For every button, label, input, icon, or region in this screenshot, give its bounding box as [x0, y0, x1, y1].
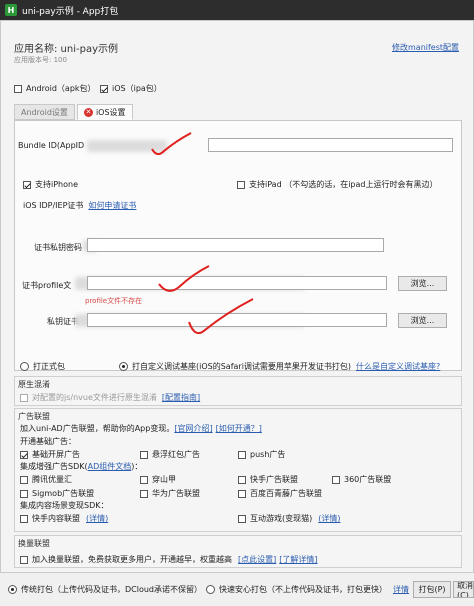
hbuilder-app-icon: H [5, 4, 17, 16]
ad-pangle-checkbox[interactable] [140, 475, 148, 484]
swap-label: 加入换量联盟，免费获取更多用户，开通越早，权重越高 [32, 555, 232, 564]
annotation-check-1 [151, 132, 192, 155]
ad-huawei-label: 华为广告联盟 [152, 489, 200, 498]
what-is-custom-base-link[interactable]: 什么是自定义调试基座? [356, 361, 440, 372]
swap-learn-link[interactable]: [了解详情] [279, 554, 317, 565]
ad-huawei-checkbox[interactable] [140, 489, 148, 498]
ad-push-checkbox[interactable] [238, 450, 246, 459]
custom-base-option[interactable]: 打自定义调试基座(iOS的Safari调试需要用苹果开发证书打包) [119, 361, 351, 372]
ad-sigmob-label: Sigmob广告联盟 [32, 489, 95, 498]
ad-splash-option[interactable]: 基础开屏广告 [20, 449, 80, 460]
ad-join-row: 加入uni-AD广告联盟，帮助你的App变现。 [官网介绍] [如何开通？] [20, 423, 262, 434]
swap-join-option[interactable]: 加入换量联盟，免费获取更多用户，开通越早，权重越高 [点此设置] [了解详情] [20, 554, 318, 565]
ad-tencent-label: 腾讯优量汇 [32, 475, 72, 484]
obfuscation-label: 对配置的js/nvue文件进行原生混淆 [32, 393, 157, 402]
ad-push-label: push广告 [250, 450, 286, 459]
bottom-action-bar: 传统打包（上传代码及证书，DCloud承诺不保留） 快速安心打包（不上传代码及证… [0, 572, 474, 606]
swap-alliance-title: 换量联盟 [18, 539, 50, 548]
obfuscation-checkbox[interactable] [20, 393, 28, 402]
ad-baidu-option[interactable]: 百度百青藤广告联盟 [238, 488, 322, 499]
ad-alliance-title: 广告联盟 [18, 412, 50, 421]
ad-kuaishou-checkbox[interactable] [238, 475, 246, 484]
annotation-check-2 [158, 265, 210, 292]
ad-push-option[interactable]: push广告 [238, 449, 285, 460]
enhanced-ads-title-close: )： [131, 462, 143, 471]
ad-sigmob-option[interactable]: Sigmob广告联盟 [20, 488, 94, 499]
interactive-game-details-link[interactable]: (详情) [318, 513, 340, 524]
formal-package-label: 打正式包 [33, 362, 65, 371]
swap-checkbox[interactable] [20, 555, 28, 564]
ad-float-redpack-label: 悬浮红包广告 [152, 450, 200, 459]
app-pack-dialog: 应用名称: uni-pay示例 应用版本号: 100 修改manifest配置 … [0, 20, 474, 606]
ad-360-checkbox[interactable] [332, 475, 340, 484]
ad-how-open-link[interactable]: [如何开通？] [216, 423, 262, 434]
ad-splash-label: 基础开屏广告 [32, 450, 80, 459]
swap-alliance-section: 换量联盟 加入换量联盟，免费获取更多用户，开通越早，权重越高 [点此设置] [了… [14, 535, 462, 568]
formal-package-radio[interactable] [20, 362, 29, 371]
ad-pangle-option[interactable]: 穿山甲 [140, 474, 176, 485]
fast-pack-option[interactable]: 快速安心打包（不上传代码及证书，打包更快） [206, 584, 387, 595]
traditional-pack-radio[interactable] [8, 585, 17, 594]
ad-float-redpack-option[interactable]: 悬浮红包广告 [140, 449, 200, 460]
ad-tencent-checkbox[interactable] [20, 475, 28, 484]
ad-kuaishou-content-label: 快手内容联盟 [32, 514, 80, 523]
ad-interactive-game-option[interactable]: 互动游戏(变现猫) (详情) [238, 513, 341, 524]
ad-float-redpack-checkbox[interactable] [140, 450, 148, 459]
custom-base-radio[interactable] [119, 362, 128, 371]
ad-kuaishou-label: 快手广告联盟 [250, 475, 298, 484]
window-titlebar: H uni-pay示例 - App打包 [0, 0, 474, 20]
kuaishou-content-details-link[interactable]: (详情) [86, 513, 108, 524]
annotation-check-3 [188, 298, 254, 335]
ad-baidu-label: 百度百青藤广告联盟 [250, 489, 322, 498]
formal-package-option[interactable]: 打正式包 [20, 361, 65, 372]
pack-button[interactable]: 打包(P) [413, 581, 451, 598]
ad-interactive-game-checkbox[interactable] [238, 514, 246, 523]
obfuscation-section: 原生混淆 对配置的js/nvue文件进行原生混淆 [配置指南] [14, 376, 462, 406]
basic-ads-title: 开通基础广告： [20, 437, 76, 446]
enhanced-ads-title: 集成增强广告SDK( AD组件文档 )： [20, 461, 142, 472]
content-sdk-title: 集成内容场景变现SDK： [20, 501, 109, 510]
ad-huawei-option[interactable]: 华为广告联盟 [140, 488, 200, 499]
window-title: uni-pay示例 - App打包 [22, 6, 119, 17]
fast-pack-radio[interactable] [206, 585, 215, 594]
ad-official-intro-link[interactable]: [官网介绍] [174, 423, 212, 434]
ad-join-text: 加入uni-AD广告联盟，帮助你的App变现。 [20, 424, 175, 433]
ad-kuaishou-option[interactable]: 快手广告联盟 [238, 474, 298, 485]
swap-set-now-link[interactable]: [点此设置] [238, 554, 276, 565]
ad-360-label: 360广告联盟 [344, 475, 392, 484]
cancel-button[interactable]: 取消(C) [453, 581, 474, 598]
obfuscation-title: 原生混淆 [18, 380, 50, 389]
traditional-pack-label: 传统打包（上传代码及证书，DCloud承诺不保留） [21, 585, 203, 594]
ad-alliance-section: 广告联盟 加入uni-AD广告联盟，帮助你的App变现。 [官网介绍] [如何开… [14, 408, 462, 532]
ad-kuaishou-content-checkbox[interactable] [20, 514, 28, 523]
ad-interactive-game-label: 互动游戏(变现猫) [250, 514, 313, 523]
ad-baidu-checkbox[interactable] [238, 489, 246, 498]
custom-base-label: 打自定义调试基座(iOS的Safari调试需要用苹果开发证书打包) [132, 362, 352, 371]
fast-pack-label: 快速安心打包（不上传代码及证书，打包更快） [219, 585, 387, 594]
ad-360-option[interactable]: 360广告联盟 [332, 474, 391, 485]
ad-kuaishou-content-option[interactable]: 快手内容联盟 (详情) [20, 513, 108, 524]
obfuscation-guide-link[interactable]: [配置指南] [162, 392, 200, 403]
pack-details-link[interactable]: 详情 [393, 584, 409, 595]
ad-splash-checkbox[interactable] [20, 450, 28, 459]
ad-sigmob-checkbox[interactable] [20, 489, 28, 498]
ad-component-doc-link[interactable]: AD组件文档 [88, 461, 132, 472]
obfuscation-option[interactable]: 对配置的js/nvue文件进行原生混淆 [配置指南] [20, 392, 200, 403]
ad-pangle-label: 穿山甲 [152, 475, 176, 484]
enhanced-ads-title-text: 集成增强广告SDK( [20, 462, 88, 471]
ad-tencent-option[interactable]: 腾讯优量汇 [20, 474, 72, 485]
traditional-pack-option[interactable]: 传统打包（上传代码及证书，DCloud承诺不保留） [8, 584, 202, 595]
